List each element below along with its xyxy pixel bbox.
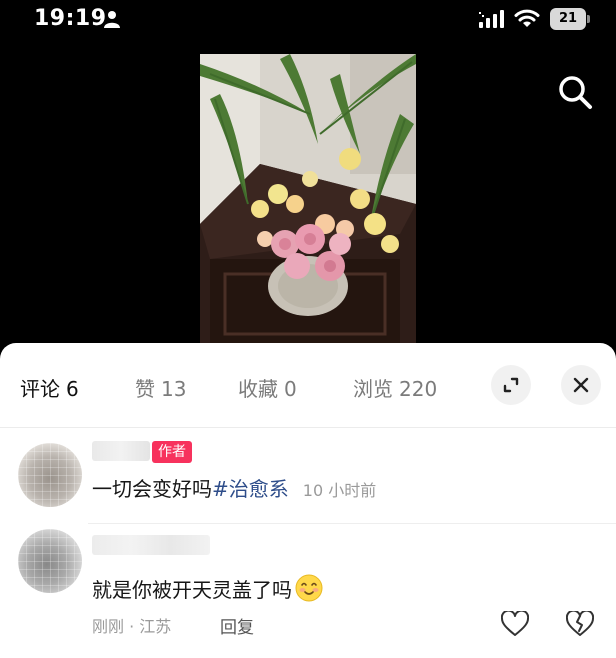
- username-blurred[interactable]: [92, 535, 210, 555]
- comment-item: 作者 一切会变好吗#治愈系 10 小时前: [0, 435, 616, 523]
- comment-body: 一切会变好吗: [92, 477, 212, 501]
- meta-separator: ·: [129, 617, 135, 636]
- signal-icon: [479, 10, 504, 28]
- username-blurred[interactable]: [92, 441, 150, 461]
- close-button[interactable]: [561, 365, 601, 405]
- status-time: 19:19: [34, 6, 107, 31]
- avatar[interactable]: [18, 443, 82, 507]
- tab-favorites[interactable]: 收藏 0: [238, 373, 297, 402]
- battery-level: 21: [550, 8, 586, 30]
- tab-views[interactable]: 浏览 220: [353, 373, 437, 402]
- reply-button[interactable]: 回复: [220, 613, 254, 638]
- author-badge: 作者: [152, 441, 192, 463]
- tab-bar: 评论 6 赞 13 收藏 0 浏览 220: [0, 343, 616, 427]
- person-icon: [104, 11, 120, 28]
- blushing-emoji-icon: [295, 574, 323, 602]
- hashtag-link[interactable]: #治愈系: [212, 477, 289, 501]
- tab-comments-label: 评论: [20, 377, 60, 401]
- expand-icon: [503, 377, 519, 393]
- comment-text[interactable]: 就是你被开天灵盖了吗: [92, 573, 324, 603]
- battery-indicator: 21: [550, 8, 590, 30]
- heart-icon[interactable]: [501, 611, 529, 637]
- tab-comments[interactable]: 评论 6: [20, 373, 79, 402]
- comment-meta: 刚刚 · 江苏: [92, 613, 171, 637]
- close-icon: [573, 377, 589, 393]
- battery-tip: [587, 15, 590, 23]
- comment-text[interactable]: 一切会变好吗#治愈系 10 小时前: [92, 473, 376, 502]
- flower-arrangement-image: [200, 54, 416, 346]
- search-icon[interactable]: [555, 72, 595, 112]
- comments-sheet: 评论 6 赞 13 收藏 0 浏览 220 作者 一切会变好吗#治愈系 10 小…: [0, 343, 616, 658]
- tab-likes-count: 13: [161, 377, 187, 401]
- status-bar: 19:19 21: [0, 0, 616, 40]
- tab-favorites-label: 收藏: [238, 377, 278, 401]
- post-photo[interactable]: [200, 54, 416, 346]
- tab-likes[interactable]: 赞 13: [135, 373, 186, 402]
- tab-views-count: 220: [399, 377, 438, 401]
- comment-time: 10 小时前: [302, 481, 377, 500]
- comment-body: 就是你被开天灵盖了吗: [92, 578, 292, 602]
- comment-time: 刚刚: [92, 617, 125, 636]
- tab-favorites-count: 0: [284, 377, 297, 401]
- comment-item: 就是你被开天灵盖了吗 刚刚 · 江苏 回复: [0, 525, 616, 655]
- tab-views-label: 浏览: [353, 377, 393, 401]
- tab-comments-count: 6: [66, 377, 79, 401]
- expand-button[interactable]: [491, 365, 531, 405]
- comment-divider: [88, 523, 616, 524]
- tab-likes-label: 赞: [135, 377, 155, 401]
- comment-location: 江苏: [139, 617, 172, 636]
- broken-heart-icon[interactable]: [566, 611, 594, 637]
- tab-divider: [0, 427, 616, 428]
- avatar[interactable]: [18, 529, 82, 593]
- wifi-icon: [514, 9, 540, 27]
